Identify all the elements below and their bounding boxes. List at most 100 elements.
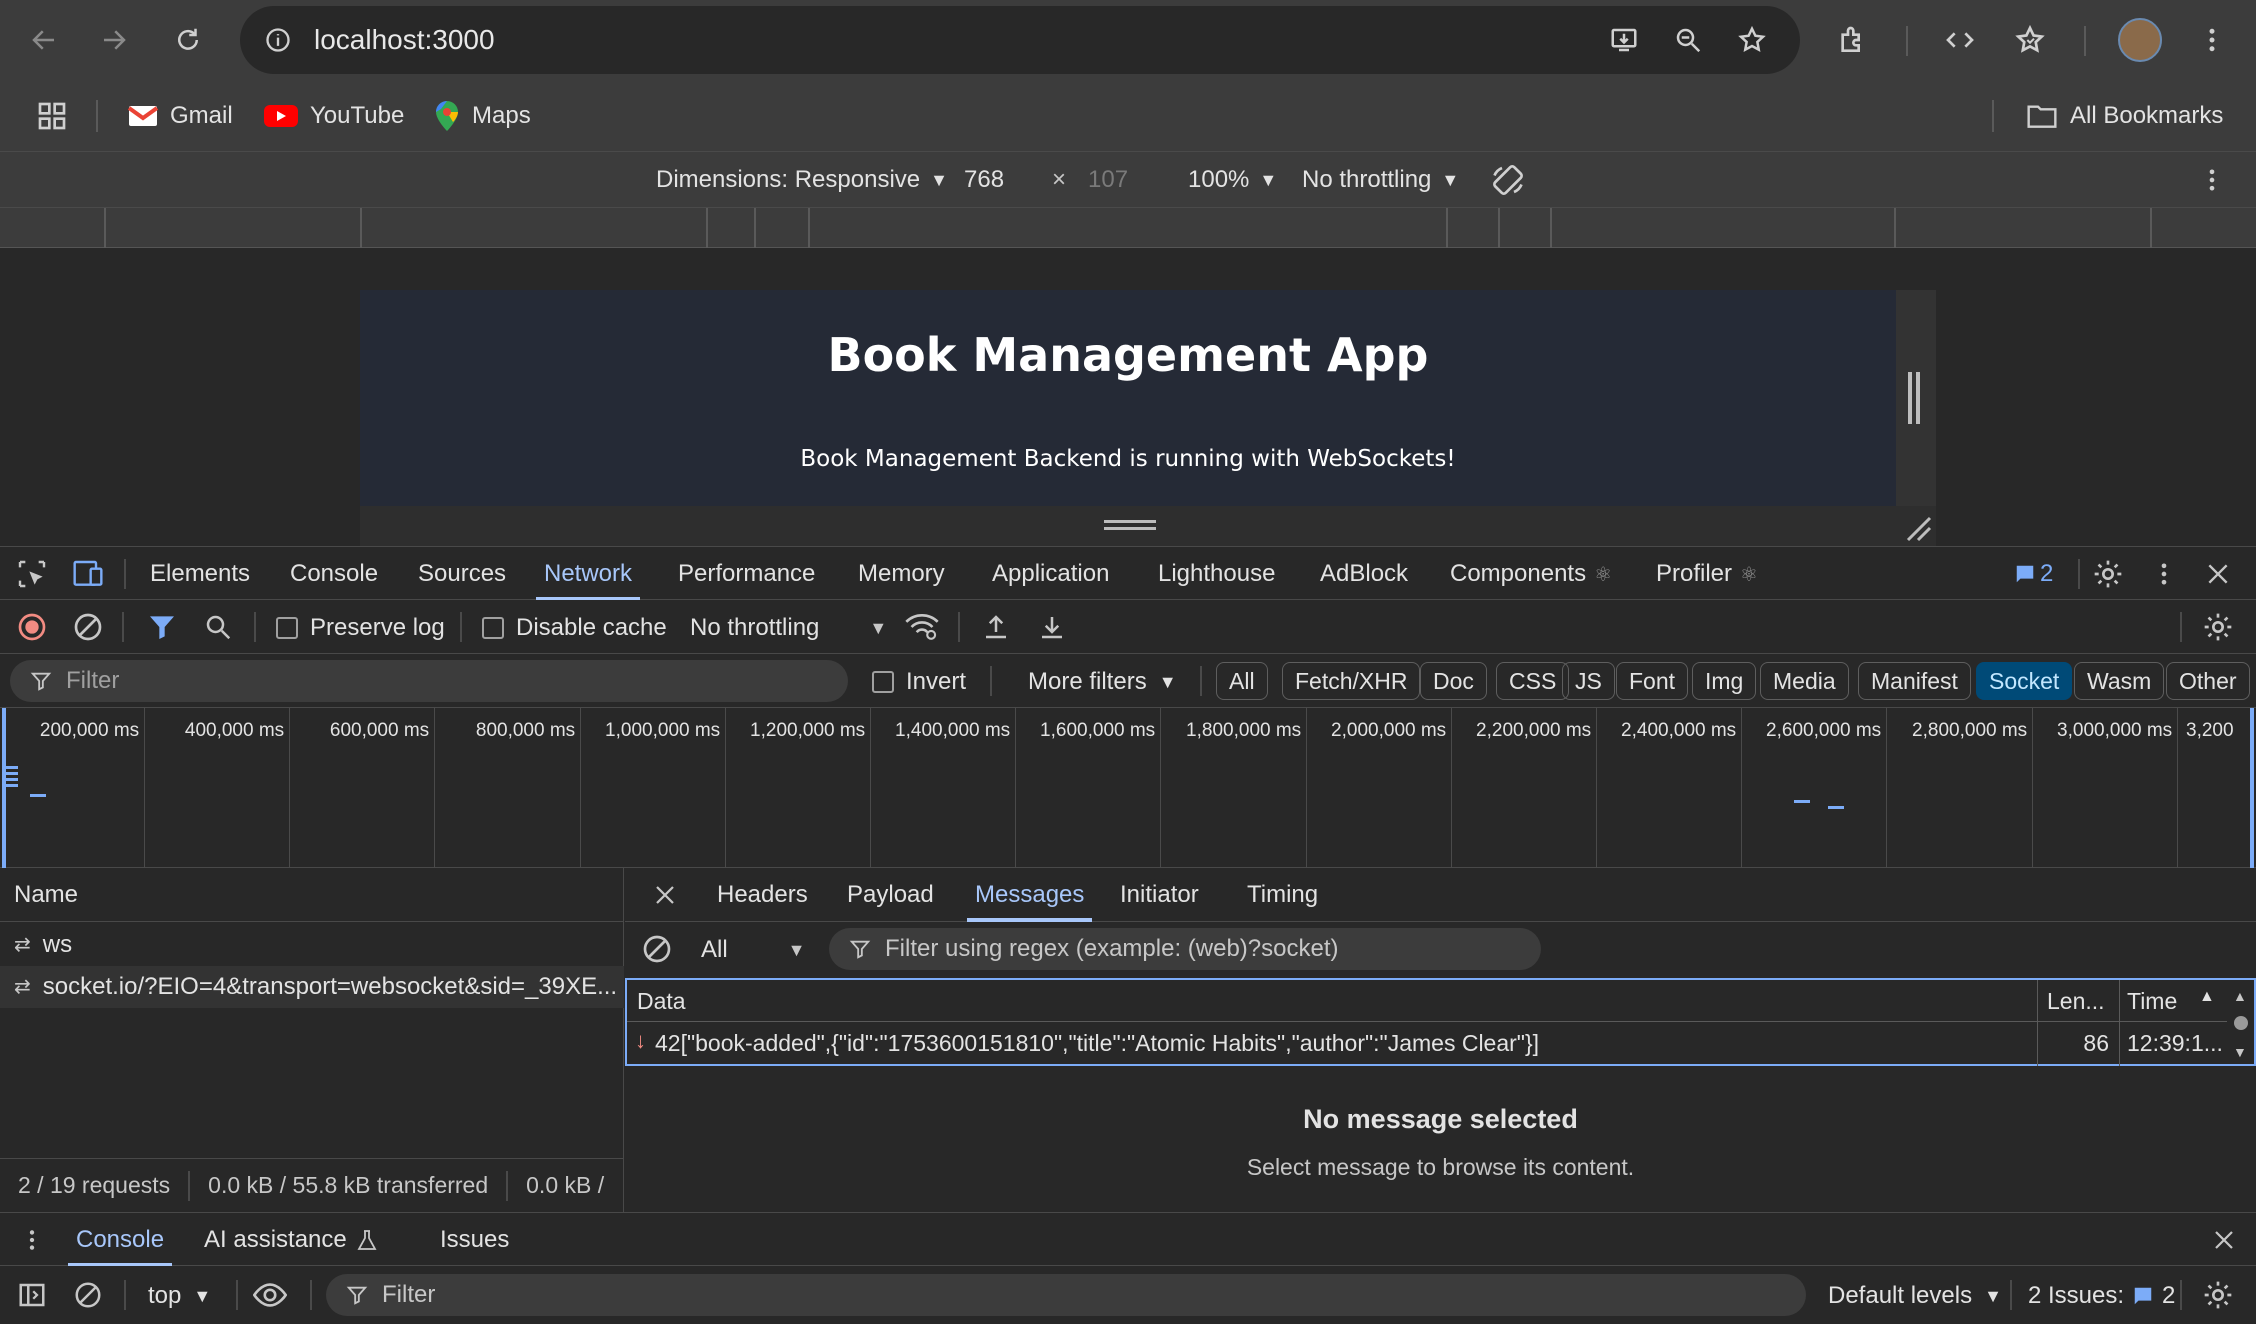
drawer-tab-console[interactable]: Console bbox=[67, 1213, 173, 1267]
sort-ascending-icon[interactable]: ▲ bbox=[2199, 988, 2215, 1006]
bookmark-star-icon[interactable] bbox=[1730, 18, 1774, 62]
settings-gear-icon[interactable] bbox=[2086, 552, 2130, 596]
width-input[interactable]: 768 bbox=[964, 166, 1004, 194]
address-bar[interactable]: localhost:3000 bbox=[240, 6, 1800, 74]
filter-type-js[interactable]: JS bbox=[1562, 662, 1615, 700]
console-settings-gear-icon[interactable] bbox=[2196, 1273, 2240, 1317]
search-icon[interactable] bbox=[196, 605, 240, 649]
back-icon[interactable] bbox=[22, 18, 66, 62]
message-regex-filter[interactable]: Filter using regex (example: (web)?socke… bbox=[829, 928, 1541, 970]
tab-network[interactable]: Network bbox=[535, 547, 641, 601]
url-text[interactable]: localhost:3000 bbox=[314, 24, 495, 56]
close-devtools-icon[interactable] bbox=[2196, 552, 2240, 596]
filter-type-media[interactable]: Media bbox=[1760, 662, 1849, 700]
clear-messages-icon[interactable] bbox=[635, 927, 679, 971]
console-issues-button[interactable]: 2 Issues: 2 bbox=[2028, 1282, 2175, 1310]
export-har-icon[interactable] bbox=[1030, 605, 1074, 649]
device-throttling-select[interactable]: No throttling ▼ bbox=[1302, 166, 1459, 194]
install-app-icon[interactable] bbox=[1602, 18, 1646, 62]
import-har-icon[interactable] bbox=[974, 605, 1018, 649]
filter-type-css[interactable]: CSS bbox=[1496, 662, 1570, 700]
tab-profiler[interactable]: Profiler ⚛ bbox=[1656, 547, 1758, 601]
message-row[interactable]: ↓ 42["book-added",{"id":"1753600151810",… bbox=[627, 1022, 2227, 1064]
tab-components[interactable]: Components ⚛ bbox=[1450, 547, 1612, 601]
timeline-selection-left-handle[interactable] bbox=[2, 708, 6, 868]
browser-menu-icon[interactable] bbox=[2190, 18, 2234, 62]
tab-timing[interactable]: Timing bbox=[1247, 868, 1318, 922]
filter-type-fetch-xhr[interactable]: Fetch/XHR bbox=[1282, 662, 1421, 700]
scroll-down-icon[interactable]: ▼ bbox=[2233, 1044, 2247, 1060]
filter-type-all[interactable]: All bbox=[1216, 662, 1268, 700]
drawer-tab-issues[interactable]: Issues bbox=[440, 1213, 509, 1267]
bookmark-maps[interactable]: Maps bbox=[434, 96, 531, 136]
tab-initiator[interactable]: Initiator bbox=[1120, 868, 1199, 922]
filter-type-other[interactable]: Other bbox=[2166, 662, 2250, 700]
filter-type-img[interactable]: Img bbox=[1692, 662, 1757, 700]
zoom-select[interactable]: 100% ▼ bbox=[1188, 166, 1277, 194]
tab-sources[interactable]: Sources bbox=[418, 547, 506, 601]
message-type-select[interactable]: All ▼ bbox=[701, 936, 806, 964]
bookmark-gmail[interactable]: Gmail bbox=[128, 96, 233, 136]
network-conditions-icon[interactable] bbox=[900, 605, 944, 649]
request-row-ws[interactable]: ⇄ ws bbox=[0, 924, 624, 966]
tab-memory[interactable]: Memory bbox=[858, 547, 945, 601]
zoom-icon[interactable] bbox=[1666, 18, 1710, 62]
viewport-resize-handle-bottom[interactable] bbox=[360, 506, 1896, 546]
console-filter-input[interactable]: Filter bbox=[326, 1274, 1806, 1316]
reading-list-star-icon[interactable] bbox=[2008, 18, 2052, 62]
filter-type-doc[interactable]: Doc bbox=[1420, 662, 1487, 700]
column-data[interactable]: Data bbox=[637, 988, 686, 1015]
clear-icon[interactable] bbox=[66, 605, 110, 649]
profile-avatar[interactable] bbox=[2118, 18, 2162, 62]
tab-lighthouse[interactable]: Lighthouse bbox=[1158, 547, 1275, 601]
site-info-icon[interactable] bbox=[256, 18, 300, 62]
column-length[interactable]: Len... bbox=[2047, 988, 2105, 1015]
live-expression-eye-icon[interactable] bbox=[248, 1273, 292, 1317]
viewport-resize-corner[interactable] bbox=[1896, 506, 1936, 546]
column-time[interactable]: Time bbox=[2127, 988, 2177, 1015]
network-throttling-select[interactable]: No throttling ▼ bbox=[690, 614, 887, 642]
filter-type-manifest[interactable]: Manifest bbox=[1858, 662, 1971, 700]
tab-console[interactable]: Console bbox=[290, 547, 378, 601]
drawer-tab-ai-assistance[interactable]: AI assistance bbox=[204, 1213, 377, 1267]
network-overview-timeline[interactable]: 200,000 ms 400,000 ms 600,000 ms 800,000 ms… bbox=[0, 708, 2256, 868]
tab-adblock[interactable]: AdBlock bbox=[1320, 547, 1408, 601]
extensions-icon[interactable] bbox=[1830, 18, 1874, 62]
tab-messages[interactable]: Messages bbox=[966, 868, 1093, 922]
tab-application[interactable]: Application bbox=[992, 547, 1109, 601]
request-row-socketio[interactable]: ⇄ socket.io/?EIO=4&transport=websocket&s… bbox=[0, 966, 624, 1008]
network-filter-input[interactable]: Filter bbox=[10, 660, 848, 702]
context-select[interactable]: top ▼ bbox=[148, 1282, 211, 1310]
preserve-log-checkbox[interactable]: Preserve log bbox=[276, 614, 445, 642]
timeline-selection-right-handle[interactable] bbox=[2250, 708, 2254, 868]
more-filters-button[interactable]: More filters ▼ bbox=[1028, 668, 1177, 696]
rotate-icon[interactable] bbox=[1486, 158, 1530, 202]
devtools-menu-icon[interactable] bbox=[2142, 552, 2186, 596]
disable-cache-checkbox[interactable]: Disable cache bbox=[482, 614, 667, 642]
filter-funnel-icon[interactable] bbox=[140, 605, 184, 649]
device-toggle-icon[interactable] bbox=[66, 552, 110, 596]
issues-badge[interactable]: 2 bbox=[2014, 547, 2053, 601]
tab-performance[interactable]: Performance bbox=[678, 547, 815, 601]
clear-console-icon[interactable] bbox=[66, 1273, 110, 1317]
network-settings-gear-icon[interactable] bbox=[2196, 605, 2240, 649]
name-column-header[interactable]: Name bbox=[0, 868, 624, 922]
height-input[interactable]: 107 bbox=[1088, 166, 1128, 194]
messages-scrollbar[interactable]: ▲ ▼ bbox=[2227, 980, 2254, 1064]
inspect-element-icon[interactable] bbox=[10, 552, 54, 596]
forward-icon[interactable] bbox=[92, 18, 136, 62]
dimensions-select[interactable]: Dimensions: Responsive ▼ bbox=[656, 166, 948, 194]
drawer-menu-icon[interactable] bbox=[10, 1218, 54, 1262]
bookmark-youtube[interactable]: YouTube bbox=[264, 96, 404, 136]
tab-elements[interactable]: Elements bbox=[150, 547, 250, 601]
tab-headers[interactable]: Headers bbox=[717, 868, 808, 922]
log-levels-select[interactable]: Default levels ▼ bbox=[1828, 1282, 2002, 1310]
reload-icon[interactable] bbox=[166, 18, 210, 62]
apps-grid-icon[interactable] bbox=[30, 94, 74, 138]
filter-type-socket[interactable]: Socket bbox=[1976, 662, 2073, 700]
filter-type-font[interactable]: Font bbox=[1616, 662, 1689, 700]
close-detail-icon[interactable] bbox=[643, 873, 687, 917]
device-more-icon[interactable] bbox=[2190, 158, 2234, 202]
filter-type-wasm[interactable]: Wasm bbox=[2074, 662, 2165, 700]
record-icon[interactable] bbox=[10, 605, 54, 649]
